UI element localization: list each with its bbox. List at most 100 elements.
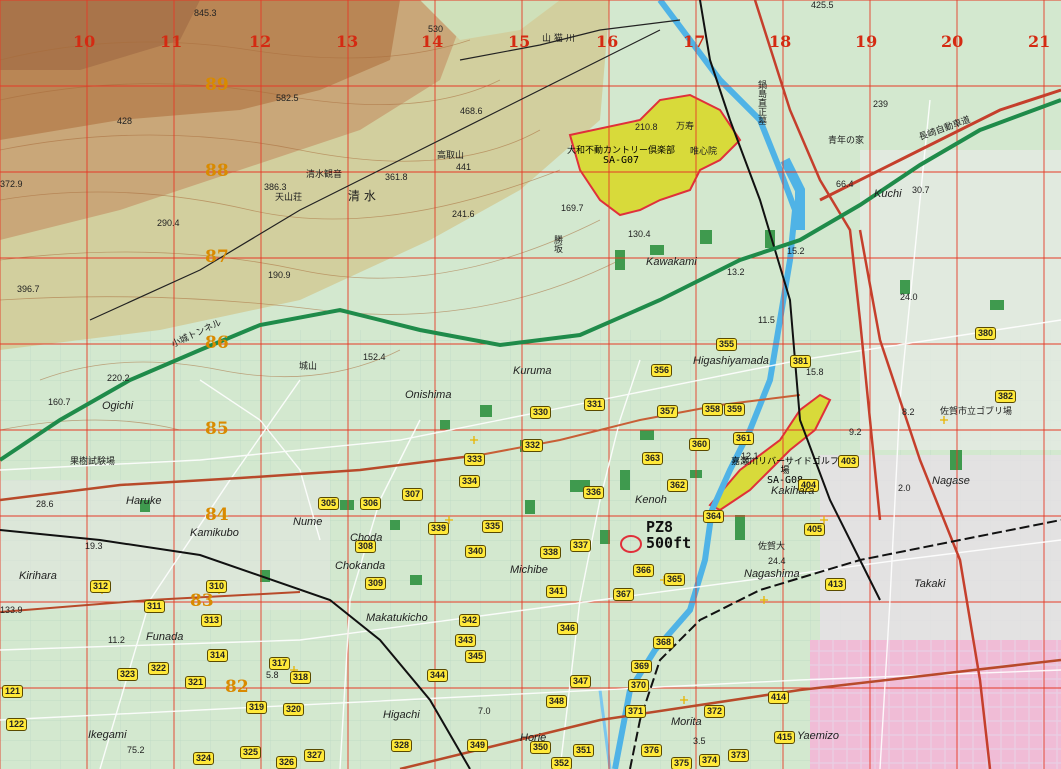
- elevation-label: 3.5: [693, 736, 706, 746]
- waypoint-label[interactable]: 361: [733, 432, 755, 445]
- golf-label-sa-g08[interactable]: 嘉瀬川リバーサイドゴルフ場 SA-G08: [730, 458, 840, 486]
- waypoint-label[interactable]: 358: [702, 403, 724, 416]
- waypoint-label[interactable]: 365: [664, 573, 686, 586]
- waypoint-label[interactable]: 319: [246, 701, 268, 714]
- waypoint-label[interactable]: 325: [240, 746, 262, 759]
- waypoint-label[interactable]: 355: [716, 338, 738, 351]
- waypoint-label[interactable]: 344: [427, 669, 449, 682]
- waypoint-label[interactable]: 333: [464, 453, 486, 466]
- grid-col-label: 17: [683, 32, 706, 51]
- waypoint-label[interactable]: 360: [689, 438, 711, 451]
- waypoint-label[interactable]: 324: [193, 752, 215, 765]
- waypoint-label[interactable]: 310: [206, 580, 228, 593]
- elevation-label: 5.8: [266, 670, 279, 680]
- elevation-label: 12.1: [741, 451, 759, 461]
- waypoint-label[interactable]: 382: [995, 390, 1017, 403]
- elevation-label: 241.6: [452, 209, 475, 219]
- waypoint-label[interactable]: 339: [428, 522, 450, 535]
- waypoint-label[interactable]: 326: [276, 756, 298, 769]
- waypoint-label[interactable]: 374: [699, 754, 721, 767]
- waypoint-label[interactable]: 372: [704, 705, 726, 718]
- waypoint-label[interactable]: 328: [391, 739, 413, 752]
- waypoint-label[interactable]: 405: [804, 523, 826, 536]
- grid-col-label: 18: [769, 32, 792, 51]
- waypoint-label[interactable]: 306: [360, 497, 382, 510]
- jp-label: 清水観音: [306, 170, 343, 180]
- waypoint-label[interactable]: 356: [651, 364, 673, 377]
- waypoint-label[interactable]: 347: [570, 675, 592, 688]
- waypoint-label[interactable]: 364: [703, 510, 725, 523]
- waypoint-label[interactable]: 337: [570, 539, 592, 552]
- waypoint-label[interactable]: 371: [625, 705, 647, 718]
- waypoint-label[interactable]: 415: [774, 731, 796, 744]
- waypoint-label[interactable]: 327: [304, 749, 326, 762]
- waypoint-label[interactable]: 331: [584, 398, 606, 411]
- jp-label: 天山荘: [275, 193, 303, 203]
- waypoint-label[interactable]: 370: [628, 679, 650, 692]
- grid-col-label: 12: [249, 32, 272, 51]
- pz8-label[interactable]: PZ8 500ft: [646, 519, 691, 551]
- place-label: Kakihara: [771, 485, 815, 497]
- waypoint-label[interactable]: 413: [825, 578, 847, 591]
- elevation-label: 9.2: [849, 427, 862, 437]
- topographic-map[interactable]: 10 11 12 13 14 15 16 17 18 19 20 21 89 8…: [0, 0, 1061, 769]
- waypoint-label[interactable]: 335: [482, 520, 504, 533]
- waypoint-label[interactable]: 403: [838, 455, 860, 468]
- elevation-label: 428: [117, 116, 133, 126]
- place-label: Ogichi: [102, 400, 134, 412]
- waypoint-label[interactable]: 414: [768, 691, 790, 704]
- map-graphics: [0, 0, 1061, 769]
- grid-row-label: 88: [205, 161, 229, 181]
- place-label: Makatukicho: [366, 612, 428, 624]
- waypoint-label[interactable]: 348: [546, 695, 568, 708]
- waypoint-label[interactable]: 349: [467, 739, 489, 752]
- grid-row-label: 89: [205, 75, 229, 95]
- waypoint-label[interactable]: 332: [522, 439, 544, 452]
- waypoint-label[interactable]: 334: [459, 475, 481, 488]
- waypoint-label[interactable]: 314: [207, 649, 229, 662]
- waypoint-label[interactable]: 322: [148, 662, 170, 675]
- waypoint-label[interactable]: 330: [530, 406, 552, 419]
- waypoint-label[interactable]: 313: [201, 614, 223, 627]
- waypoint-label[interactable]: 342: [459, 614, 481, 627]
- waypoint-label[interactable]: 362: [667, 479, 689, 492]
- waypoint-label[interactable]: 318: [290, 671, 312, 684]
- waypoint-label[interactable]: 340: [465, 545, 487, 558]
- waypoint-label[interactable]: 351: [573, 744, 595, 757]
- waypoint-label[interactable]: 317: [269, 657, 291, 670]
- golf-label-sa-g07[interactable]: 大和不動カントリー倶楽部 SA-G07: [567, 147, 675, 166]
- waypoint-label[interactable]: 376: [641, 744, 663, 757]
- elevation-label: 75.2: [127, 745, 145, 755]
- waypoint-label[interactable]: 367: [613, 588, 635, 601]
- waypoint-label[interactable]: 122: [6, 718, 28, 731]
- waypoint-label[interactable]: 320: [283, 703, 305, 716]
- jp-label: 佐賀市立ゴブリ場: [940, 407, 1013, 417]
- waypoint-label[interactable]: 121: [2, 685, 24, 698]
- elevation-label: 19.3: [85, 541, 103, 551]
- elevation-label: 582.5: [276, 93, 299, 103]
- waypoint-label[interactable]: 341: [546, 585, 568, 598]
- waypoint-label[interactable]: 311: [144, 600, 165, 613]
- waypoint-label[interactable]: 307: [402, 488, 424, 501]
- waypoint-label[interactable]: 359: [724, 403, 746, 416]
- waypoint-label[interactable]: 309: [365, 577, 387, 590]
- waypoint-label[interactable]: 352: [551, 757, 573, 769]
- elevation-label: 133.9: [0, 605, 23, 615]
- waypoint-label[interactable]: 357: [657, 405, 679, 418]
- waypoint-label[interactable]: 366: [633, 564, 655, 577]
- waypoint-label[interactable]: 368: [653, 636, 675, 649]
- waypoint-label[interactable]: 343: [455, 634, 477, 647]
- waypoint-label[interactable]: 373: [728, 749, 750, 762]
- waypoint-label[interactable]: 375: [671, 757, 693, 769]
- waypoint-label[interactable]: 323: [117, 668, 139, 681]
- waypoint-label[interactable]: 380: [975, 327, 997, 340]
- waypoint-label[interactable]: 345: [465, 650, 487, 663]
- waypoint-label[interactable]: 321: [185, 676, 207, 689]
- waypoint-label[interactable]: 336: [583, 486, 605, 499]
- waypoint-label[interactable]: 363: [642, 452, 664, 465]
- waypoint-label[interactable]: 338: [540, 546, 562, 559]
- waypoint-label[interactable]: 346: [557, 622, 579, 635]
- waypoint-label[interactable]: 312: [90, 580, 112, 593]
- waypoint-label[interactable]: 369: [631, 660, 653, 673]
- waypoint-label[interactable]: 305: [318, 497, 340, 510]
